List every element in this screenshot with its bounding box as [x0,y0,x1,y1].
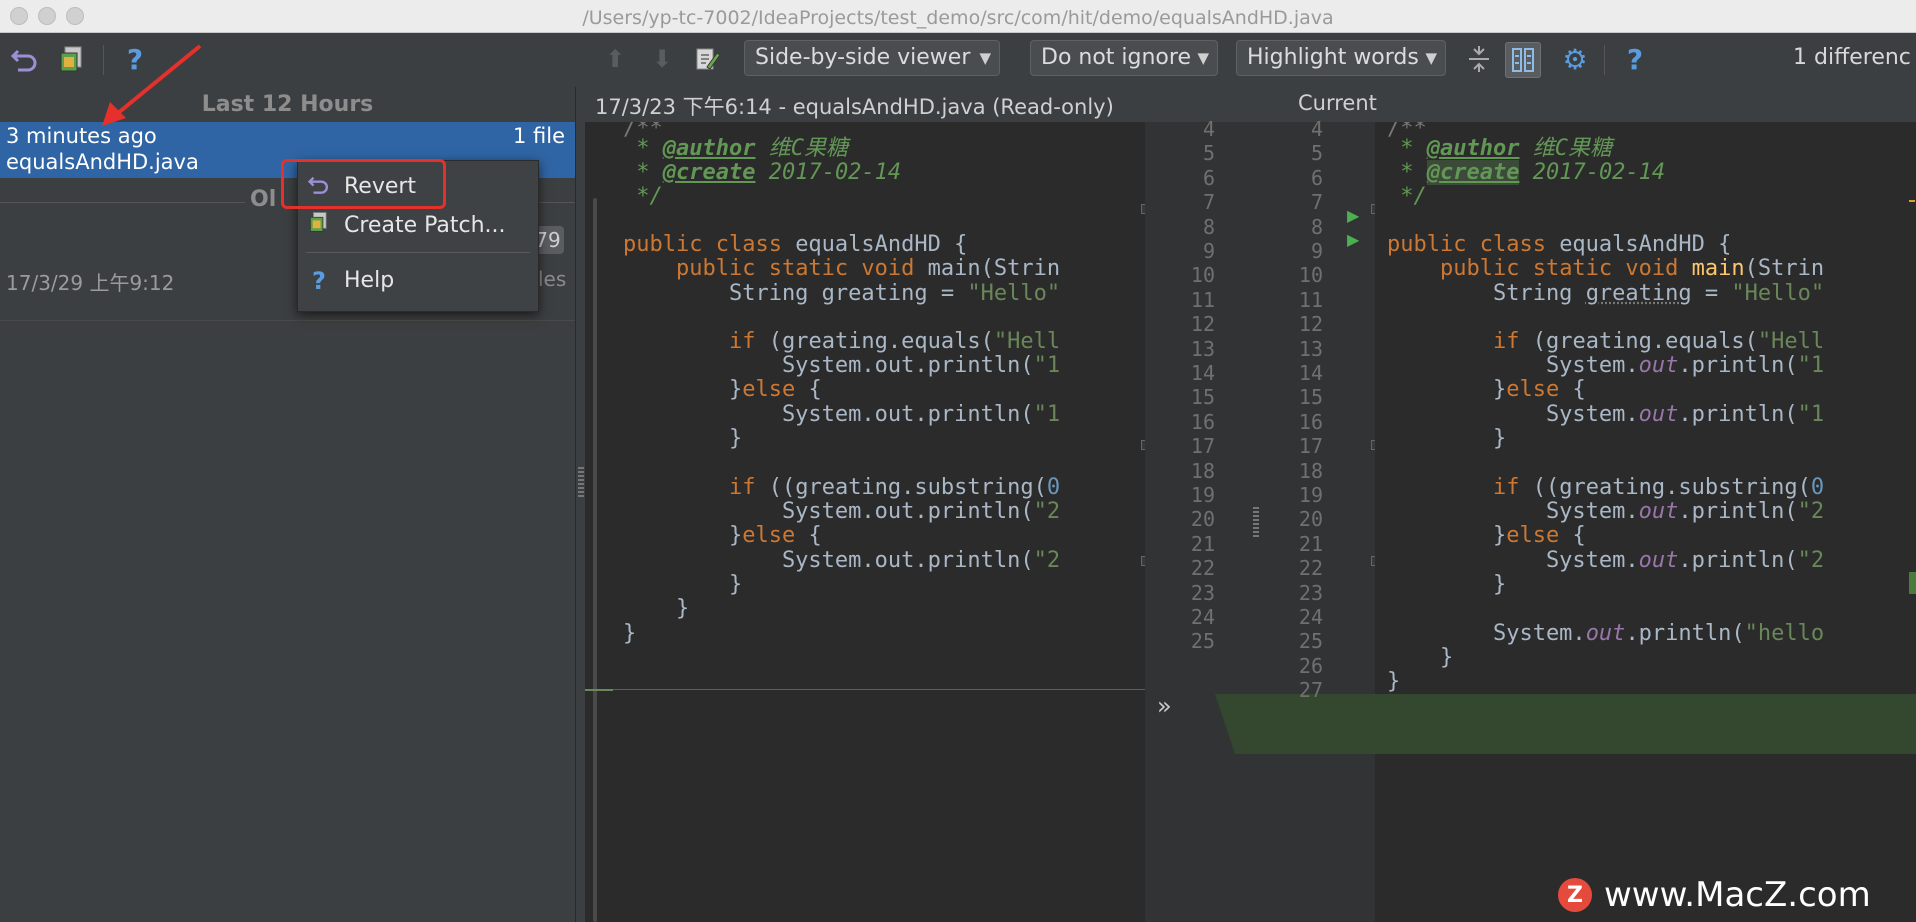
splitter-grip[interactable] [1253,507,1259,537]
code-line: String greating = "Hello" [623,281,1061,306]
run-gutter-icon[interactable]: ▶ [1347,230,1359,249]
history-group-header: Last 12 Hours [201,92,374,117]
right-pane-title: Current [1298,91,1377,115]
code-line: * @create 2017-02-14 [623,160,902,185]
synchronize-scrolling-toggle[interactable] [1505,42,1541,78]
chevron-down-icon: ▼ [1425,49,1437,67]
code-line: */ [623,184,663,209]
code-line: * @create 2017-02-14 [1387,160,1666,185]
right-editor-pane[interactable]: /** * @author 维C果糖 * @create 2017-02-14 … [1375,122,1916,922]
line-number: 27 [1298,678,1323,703]
diff-boundary-line [597,689,1145,690]
diff-editor-header: 17/3/23 下午6:14 - equalsAndHD.java (Read-… [585,87,1916,122]
code-line: String greating = "Hello" [1387,281,1825,306]
previous-difference-button[interactable]: ⬆ [598,42,632,76]
history-entry-date[interactable]: 17/3/29 上午9:12 [6,267,174,296]
undo-arrow-icon [10,49,37,72]
settings-gear-icon[interactable]: ⚙ [1558,42,1592,76]
revert-toolbar-button[interactable] [8,42,42,76]
ignore-whitespace-value: Do not ignore [1041,45,1191,70]
next-difference-button[interactable]: ⬇ [645,42,679,76]
viewer-select[interactable]: Side-by-side viewer ▼ [744,40,1000,76]
code-line: } [623,426,743,451]
menu-item-help[interactable]: ? Help [298,263,538,299]
code-line: } [1387,572,1507,597]
left-pane-title: 17/3/23 下午6:14 - equalsAndHD.java (Read-… [595,95,1114,119]
title-bar: /Users/yp-tc-7002/IdeaProjects/test_demo… [0,0,1916,33]
chevron-down-icon: ▼ [979,49,991,67]
toolbar-separator [1604,45,1605,75]
window-title: /Users/yp-tc-7002/IdeaProjects/test_demo… [582,7,1334,29]
right-line-numbers: 4 5 6 7 8 9 10 11 12 13 14 15 16 17 18 19 20 21 22 23 24 25 26… [1283,117,1333,922]
menu-item-label: Create Patch... [344,213,506,238]
divider [0,320,575,321]
menu-item-label: Help [344,268,395,293]
highlight-select-value: Highlight words [1247,45,1419,70]
menu-separator [306,252,530,253]
code-line: } [623,621,637,646]
scrollbar[interactable] [593,198,597,922]
highlight-select[interactable]: Highlight words ▼ [1236,40,1446,76]
collapse-unchanged-button[interactable] [1462,42,1496,76]
diff-marker [585,689,613,691]
create-patch-icon [60,46,82,72]
run-gutter-icon[interactable]: ▶ [1347,206,1359,225]
help-icon: ? [312,267,326,295]
ignore-whitespace-select[interactable]: Do not ignore ▼ [1030,40,1218,76]
history-entry-file: equalsAndHD.java [6,150,199,174]
sync-scroll-icon [1512,48,1534,72]
watermark-text: www.MacZ.com [1604,875,1871,915]
left-editor-pane[interactable]: /** * @author 维C果糖 * @create 2017-02-14 … [585,122,1145,922]
line-number: 25 [1190,629,1215,654]
code-line: } [1387,426,1507,451]
code-line: */ [1387,184,1427,209]
revert-highlight-annotation [281,159,446,209]
collapse-unchanged-icon [1469,46,1489,72]
create-patch-toolbar-button[interactable] [55,42,89,76]
error-stripe-marker [1909,200,1915,202]
macz-logo: Z [1558,878,1592,912]
history-entry-count: 1 file [512,124,565,148]
difference-count: 1 differenc [1793,45,1911,70]
apply-change-chevron-icon[interactable]: » [1157,692,1172,720]
toolbar: ? ⬆ ⬇ Side-by-side viewer ▼ Do not ignor… [0,33,1916,87]
left-line-numbers: 4 5 6 7 8 9 10 11 12 13 14 15 16 17 18 19 20 21 22 23 24 25 [1175,117,1225,922]
viewer-select-value: Side-by-side viewer [755,45,971,70]
chevron-down-icon: ▼ [1197,49,1209,67]
code-line: } [1387,669,1401,694]
help-diff-button[interactable]: ? [1618,42,1652,76]
older-group-header: Ol [250,187,277,212]
menu-item-create-patch[interactable]: Create Patch... [298,208,538,244]
history-entry-files: les [538,267,567,291]
diff-stripe [1909,572,1916,594]
patch-icon [306,208,332,244]
edit-source-button[interactable] [690,42,724,76]
splitter-grip [578,467,584,497]
edit-icon [696,48,721,70]
watermark: Z www.MacZ.com [1558,875,1871,915]
annotation-arrow [102,44,202,126]
diff-added-band [1375,694,1916,754]
divider [0,202,245,203]
